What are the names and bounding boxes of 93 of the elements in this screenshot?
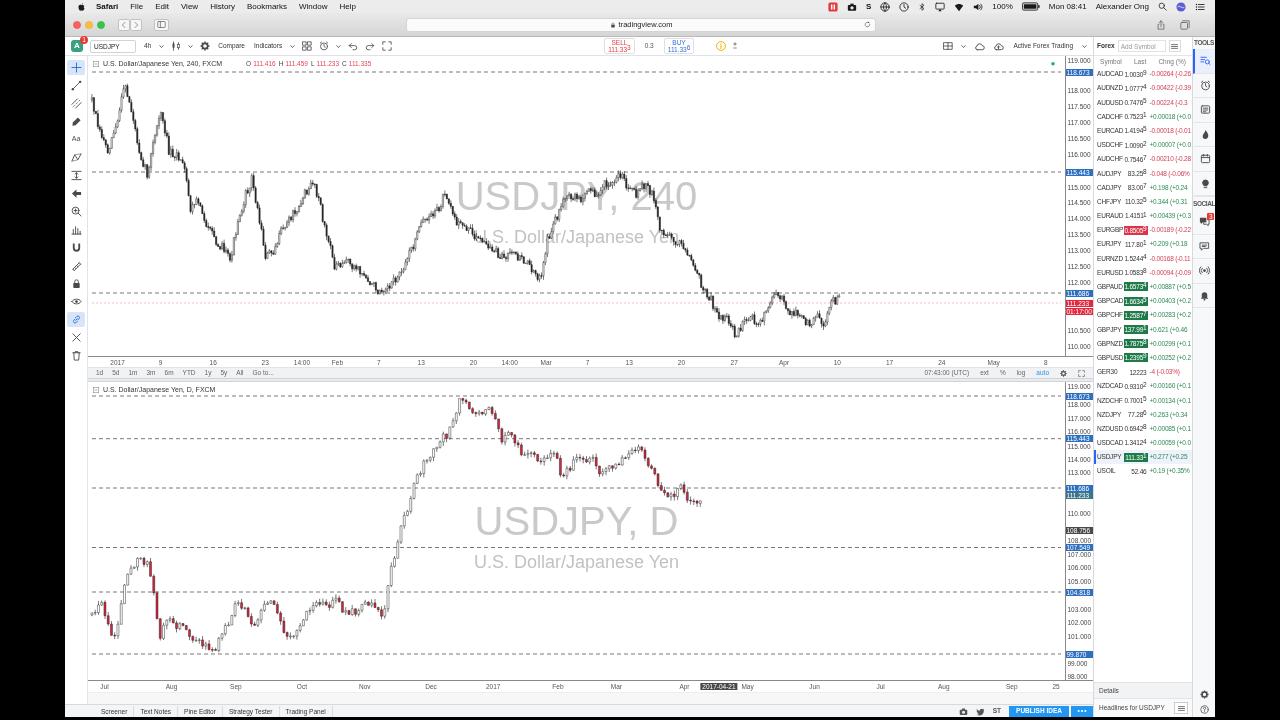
alarm-clock-icon[interactable] bbox=[319, 41, 330, 51]
menu-item[interactable]: Safari bbox=[96, 1, 119, 12]
menu-icon bbox=[1170, 41, 1180, 51]
list-search-icon bbox=[1199, 55, 1211, 67]
caret-icon[interactable] bbox=[159, 43, 165, 49]
undo-icon[interactable] bbox=[348, 41, 359, 51]
fullscreen-icon[interactable] bbox=[1078, 369, 1085, 377]
link-icon bbox=[70, 313, 82, 325]
list-button[interactable] bbox=[1174, 702, 1188, 714]
chevron-left-icon bbox=[120, 20, 128, 29]
orb-icon[interactable] bbox=[1176, 1, 1186, 12]
caret-icon[interactable] bbox=[188, 43, 194, 49]
reload-icon[interactable] bbox=[864, 21, 871, 28]
dots-icon bbox=[1077, 709, 1087, 713]
menu-item[interactable]: History bbox=[210, 1, 235, 12]
fullscreen-icon[interactable] bbox=[382, 41, 393, 51]
settings-icon[interactable] bbox=[1060, 369, 1067, 377]
menu-clock[interactable]: Mon 08:41 bbox=[1048, 1, 1087, 12]
display-icon[interactable] bbox=[935, 1, 946, 12]
bell-icon[interactable] bbox=[1198, 289, 1210, 301]
caret-icon[interactable] bbox=[961, 43, 967, 49]
alarm-clock-icon bbox=[1199, 79, 1211, 91]
menu-item[interactable]: Window bbox=[299, 1, 328, 12]
menu-button[interactable] bbox=[1168, 40, 1181, 52]
crosshair-icon bbox=[70, 61, 82, 73]
user-name[interactable]: Alexander Ong bbox=[1095, 1, 1149, 12]
share-icon[interactable] bbox=[1156, 19, 1166, 30]
help-icon[interactable] bbox=[1199, 705, 1209, 714]
clock-icon[interactable] bbox=[899, 1, 910, 12]
sidebar-icon bbox=[157, 20, 166, 29]
layout-icon[interactable] bbox=[943, 41, 954, 51]
wifi-icon[interactable] bbox=[954, 1, 965, 12]
status-dot-icon bbox=[1051, 61, 1055, 66]
arrow-left-icon bbox=[70, 187, 82, 199]
menu-item[interactable]: Help bbox=[339, 1, 356, 12]
camera-icon[interactable] bbox=[847, 1, 857, 12]
trash-icon bbox=[70, 349, 82, 361]
watermark-name: U.S. Dollar/Japanese Yen bbox=[473, 553, 680, 571]
caret-icon[interactable] bbox=[1082, 43, 1087, 49]
volume-icon[interactable] bbox=[973, 1, 984, 12]
menu-item[interactable]: Bookmarks bbox=[247, 1, 288, 12]
list-icon bbox=[1176, 703, 1186, 713]
collapse-icon[interactable] bbox=[93, 61, 99, 68]
settings-icon[interactable] bbox=[200, 41, 211, 51]
broadcast-icon[interactable] bbox=[1198, 265, 1210, 277]
bird-icon[interactable] bbox=[975, 706, 985, 716]
pattern-icon bbox=[70, 151, 82, 163]
close-window-icon[interactable] bbox=[73, 20, 81, 29]
caret-icon[interactable] bbox=[336, 43, 342, 49]
battery-percent: 100% bbox=[992, 1, 1013, 12]
pen-icon bbox=[70, 115, 82, 127]
battery-icon[interactable] bbox=[1021, 2, 1040, 11]
grid-icon[interactable] bbox=[302, 41, 313, 51]
lightbulb-icon bbox=[1199, 177, 1211, 189]
eye-icon bbox=[70, 295, 82, 307]
menu-item[interactable]: Edit bbox=[155, 1, 169, 12]
pause-icon[interactable] bbox=[828, 1, 838, 12]
apple-icon[interactable] bbox=[77, 1, 86, 12]
settings-icon[interactable] bbox=[1199, 690, 1209, 699]
chevron-right-icon bbox=[132, 20, 140, 29]
candles-icon[interactable] bbox=[171, 41, 182, 51]
plus-minus-icon[interactable] bbox=[731, 41, 740, 51]
redo-icon[interactable] bbox=[365, 41, 376, 51]
cloud-icon[interactable] bbox=[974, 40, 986, 52]
cross-icon bbox=[70, 331, 82, 343]
more-button[interactable] bbox=[1071, 705, 1093, 717]
camera-icon[interactable] bbox=[958, 706, 968, 716]
comment-icon[interactable] bbox=[1198, 240, 1210, 252]
menu-item[interactable]: View bbox=[180, 1, 199, 12]
lock-icon bbox=[70, 277, 82, 289]
ruler-icon bbox=[70, 259, 82, 271]
bluetooth-icon[interactable] bbox=[918, 1, 927, 12]
lock-icon bbox=[609, 21, 616, 28]
trend-line-icon bbox=[70, 79, 82, 91]
document-icon bbox=[1199, 104, 1211, 116]
status-menu-letter[interactable]: S bbox=[866, 1, 872, 12]
calendar-icon bbox=[1199, 153, 1211, 165]
sidebar-button[interactable] bbox=[154, 18, 169, 31]
cloud-upload-icon[interactable] bbox=[993, 40, 1005, 52]
chat-icon[interactable] bbox=[1198, 216, 1210, 228]
caret-icon[interactable] bbox=[290, 43, 296, 49]
channel-icon bbox=[70, 97, 82, 109]
measure-icon bbox=[70, 169, 82, 181]
search-icon[interactable] bbox=[1158, 2, 1167, 11]
bar-chart-icon bbox=[70, 223, 82, 235]
collapse-icon[interactable] bbox=[93, 387, 99, 394]
tools-panel-button[interactable] bbox=[1193, 49, 1215, 74]
globe-icon[interactable] bbox=[880, 1, 891, 12]
tabs-icon[interactable] bbox=[1180, 19, 1190, 30]
menu-item[interactable]: File bbox=[130, 1, 144, 12]
list-icon[interactable] bbox=[1195, 1, 1205, 12]
magnet-icon bbox=[70, 241, 82, 253]
zoom-in-icon bbox=[70, 205, 82, 217]
